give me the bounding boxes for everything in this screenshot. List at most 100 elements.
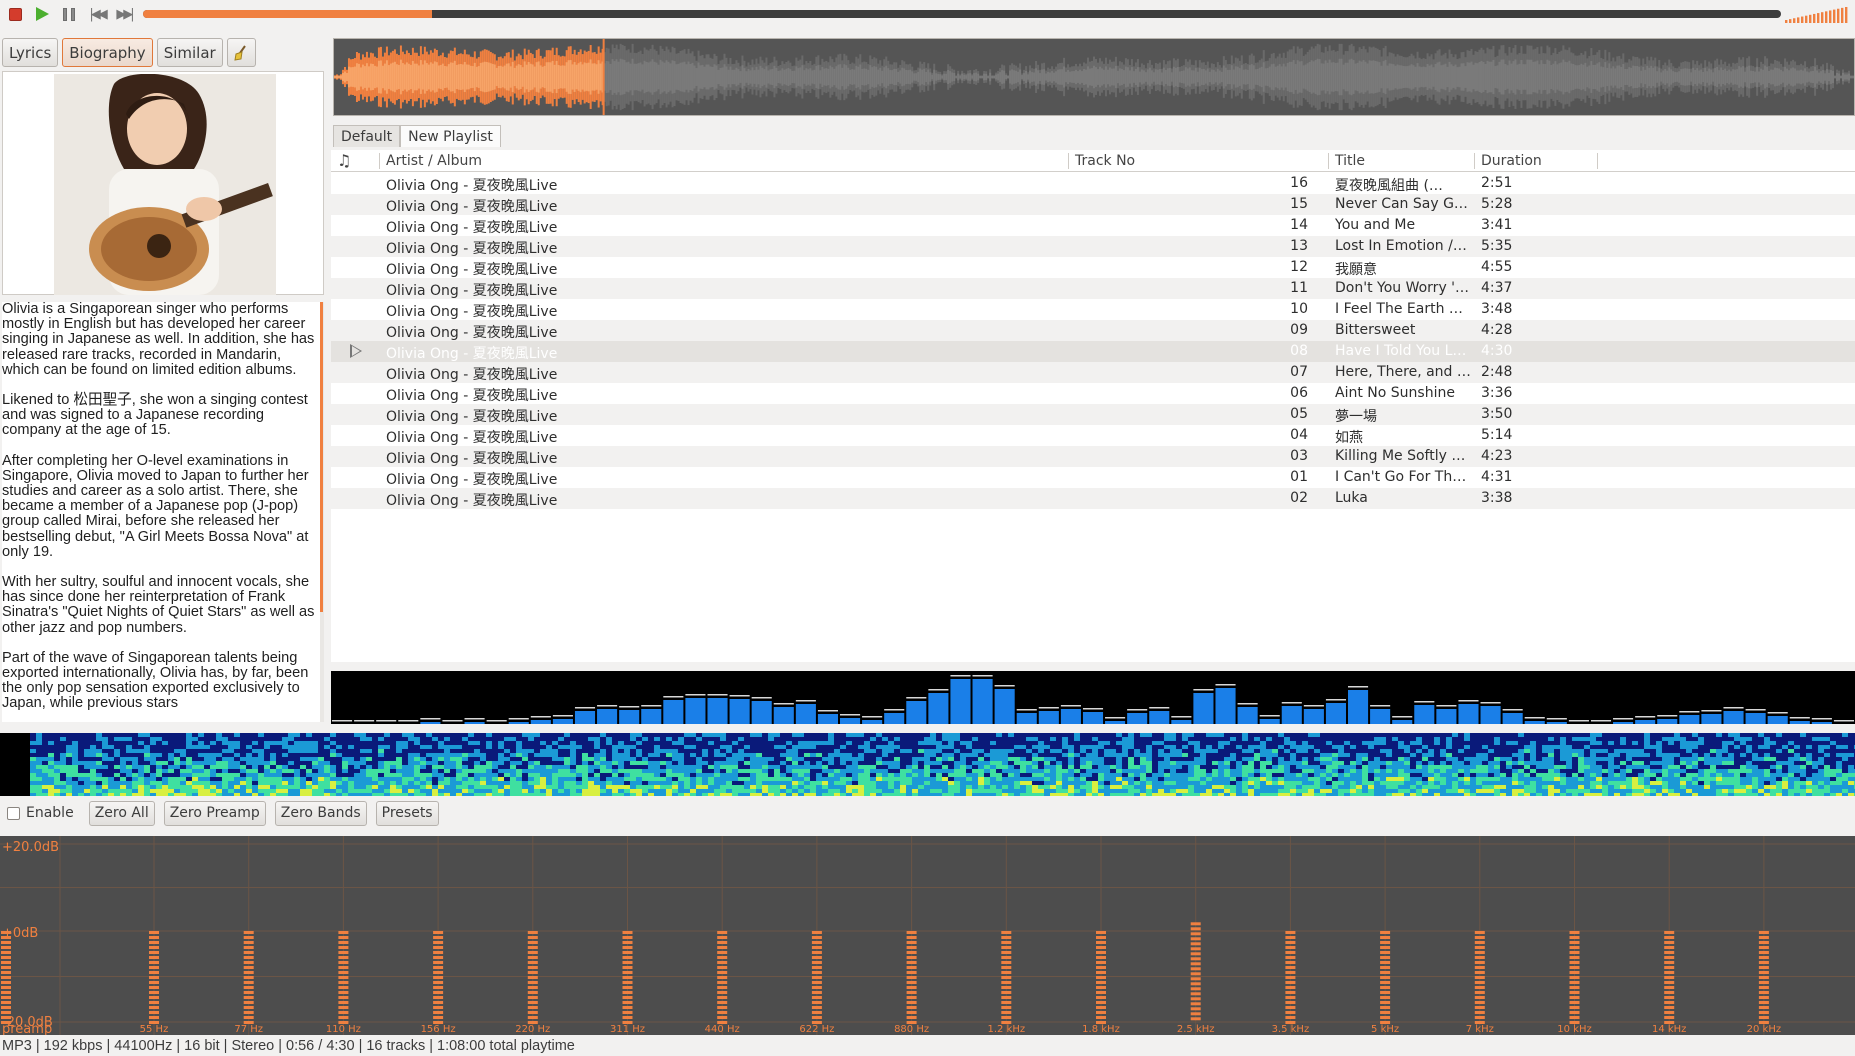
stop-button[interactable]: [6, 5, 24, 23]
spectrogram-cell: [816, 765, 822, 769]
waveform-cursor[interactable]: [602, 39, 605, 115]
spectrogram-cell: [906, 793, 912, 796]
spectrogram-cell: [144, 785, 150, 789]
waveform-column-core: [1704, 67, 1707, 87]
spectrogram-cell: [294, 785, 300, 789]
biography-scrollbar-thumb[interactable]: [320, 302, 323, 612]
waveform-column-core: [493, 64, 496, 90]
spectrogram-cell: [366, 789, 372, 793]
spectrogram-cell: [1182, 785, 1188, 789]
table-row[interactable]: Olivia Ong - 夏夜晚風Live 09 Bittersweet 4:28: [331, 320, 1855, 341]
analyzer-peak: [1237, 703, 1258, 705]
analyzer-bar: [1613, 722, 1634, 724]
table-row[interactable]: Olivia Ong - 夏夜晚風Live 06 Aint No Sunshine 3…: [331, 383, 1855, 404]
tab-playlist-new[interactable]: New Playlist: [400, 125, 501, 147]
spectrogram-cell: [192, 753, 198, 757]
spectrogram-cell: [606, 745, 612, 749]
spectrogram-cell: [408, 785, 414, 789]
spectrogram-cell: [444, 745, 450, 749]
table-row[interactable]: Olivia Ong - 夏夜晚風Live 12 我願意 4:55: [331, 257, 1855, 278]
spectrogram-cell: [954, 761, 960, 765]
spectrogram-cell: [270, 785, 276, 789]
spectrogram-cell: [522, 789, 528, 793]
spectrogram-cell: [864, 733, 870, 737]
spectrogram-cell: [996, 737, 1002, 741]
spectrogram-cell: [162, 773, 168, 777]
spectrogram-cell: [840, 765, 846, 769]
previous-button[interactable]: |◀◀: [88, 5, 107, 23]
spectrogram-cell: [942, 745, 948, 749]
spectrogram-cell: [246, 769, 252, 773]
spectrogram-cell: [360, 765, 366, 769]
spectrogram-cell: [372, 785, 378, 789]
waveform-column-core: [853, 69, 856, 85]
table-row[interactable]: Olivia Ong - 夏夜晚風Live 10 I Feel The Earth …: [331, 299, 1855, 320]
table-row[interactable]: Olivia Ong - 夏夜晚風Live 03 Killing Me Softly…: [331, 446, 1855, 467]
spectrogram-cell: [1140, 785, 1146, 789]
table-row[interactable]: Olivia Ong - 夏夜晚風Live 11 Don't You Worry '…: [331, 278, 1855, 299]
spectrogram-cell: [546, 737, 552, 741]
spectrogram-cell: [36, 749, 42, 753]
spectrogram-cell: [864, 785, 870, 789]
spectrogram-cell: [636, 777, 642, 781]
volume-bar[interactable]: [1785, 6, 1851, 23]
spectrogram-cell: [474, 793, 480, 796]
tab-playlist-default[interactable]: Default: [333, 125, 401, 147]
table-row[interactable]: Olivia Ong - 夏夜晚風Live 07 Here, There, and …: [331, 362, 1855, 383]
column-duration[interactable]: Duration: [1481, 153, 1542, 169]
spectrogram-cell: [156, 769, 162, 773]
waveform-column-core: [449, 62, 452, 92]
spectrogram-cell: [102, 769, 108, 773]
table-row[interactable]: Olivia Ong - 夏夜晚風Live 15 Never Can Say Go……: [331, 194, 1855, 215]
tab-similar[interactable]: Similar: [156, 38, 223, 67]
volume-step: [1813, 13, 1816, 23]
waveform-column-core: [831, 67, 834, 87]
clear-button[interactable]: [226, 38, 256, 67]
spectrogram-cell: [516, 749, 522, 753]
column-artist-album[interactable]: Artist / Album: [386, 153, 482, 169]
spectrogram-cell: [270, 741, 276, 745]
tab-lyrics[interactable]: Lyrics: [2, 38, 59, 67]
analyzer-peak: [1171, 716, 1192, 718]
spectrogram-cell: [690, 745, 696, 749]
column-track-no[interactable]: Track No: [1075, 153, 1135, 169]
table-row[interactable]: Olivia Ong - 夏夜晚風Live 04 如燕 5:14: [331, 425, 1855, 446]
next-button[interactable]: ▶▶|: [115, 5, 134, 23]
table-row[interactable]: Olivia Ong - 夏夜晚風Live 16 夏夜晚風組曲 (… 2:51: [331, 173, 1855, 194]
spectrogram-cell: [294, 757, 300, 761]
spectrogram-cell: [1158, 761, 1164, 765]
waveform-column-core: [745, 71, 748, 83]
waveform-column-core: [359, 67, 362, 87]
spectrogram-cell: [252, 781, 258, 785]
seek-bar[interactable]: [143, 10, 1781, 18]
table-row[interactable]: Olivia Ong - 夏夜晚風Live 02 Luka 3:38: [331, 488, 1855, 509]
spectrogram-cell: [684, 761, 690, 765]
spectrogram-cell: [288, 777, 294, 781]
spectrogram-cell: [810, 777, 816, 781]
table-row[interactable]: Olivia Ong - 夏夜晚風Live 14 You and Me 3:41: [331, 215, 1855, 236]
playlist-view[interactable]: ♫ Artist / Album Track No Title Duration…: [331, 150, 1855, 662]
biography-scrollbar[interactable]: [320, 302, 324, 722]
spectrogram-cell: [186, 781, 192, 785]
play-button[interactable]: [33, 5, 51, 23]
spectrogram-cell: [210, 769, 216, 773]
spectrogram-cell: [426, 757, 432, 761]
waveform-column-core: [893, 68, 896, 86]
spectrogram-cell: [72, 757, 78, 761]
table-row[interactable]: Olivia Ong - 夏夜晚風Live 08 Have I Told You L…: [331, 341, 1855, 362]
table-row[interactable]: Olivia Ong - 夏夜晚風Live 05 夢一場 3:50: [331, 404, 1855, 425]
tab-biography[interactable]: Biography: [62, 38, 153, 67]
table-row[interactable]: Olivia Ong - 夏夜晚風Live 01 I Can't Go For Th…: [331, 467, 1855, 488]
analyzer-bar: [840, 718, 861, 724]
waveform-seekbar[interactable]: [333, 38, 1855, 116]
playlist-rows: Olivia Ong - 夏夜晚風Live 16 夏夜晚風組曲 (… 2:51 Oliv…: [331, 173, 1855, 509]
column-title[interactable]: Title: [1335, 153, 1365, 169]
waveform-column-core: [719, 67, 722, 87]
spectrogram-cell: [204, 765, 210, 769]
pause-button[interactable]: [60, 5, 78, 23]
spectrogram-cell: [534, 773, 540, 777]
spectrogram-cell: [144, 773, 150, 777]
spectrogram-cell: [1146, 781, 1152, 785]
music-note-icon[interactable]: ♫: [337, 151, 351, 170]
table-row[interactable]: Olivia Ong - 夏夜晚風Live 13 Lost In Emotion /…: [331, 236, 1855, 257]
